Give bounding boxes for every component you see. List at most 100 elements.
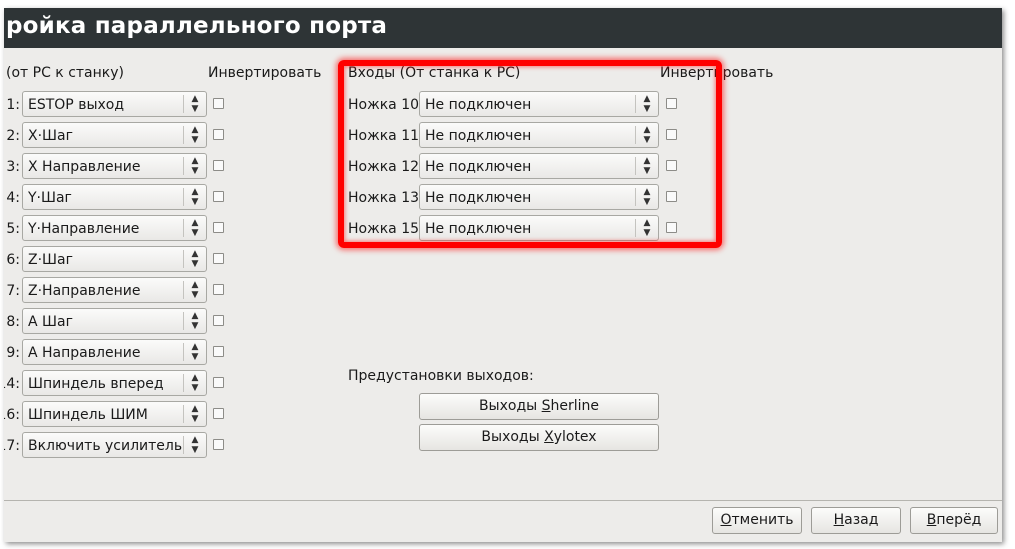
invert-checkbox[interactable] xyxy=(666,129,677,140)
forward-button[interactable]: Вперёд xyxy=(910,507,998,534)
input-pin-row: Ножка 10: Не подключен ▲ ▼ xyxy=(4,91,1002,119)
invert-checkbox[interactable] xyxy=(213,408,224,419)
inputs-invert-header: Инвертировать xyxy=(660,65,774,81)
dropdown-value: Z·Шаг xyxy=(28,252,73,268)
outputs-header: (от PC к станку) xyxy=(6,65,124,81)
output-pin-row: 9: A Направление ▲ ▼ xyxy=(4,339,1002,367)
invert-checkbox[interactable] xyxy=(213,346,224,357)
sherline-preset-button[interactable]: Выходы Sherline xyxy=(419,393,659,420)
pin-function-dropdown[interactable]: A Шаг ▲ ▼ xyxy=(22,308,207,334)
button-mnemonic: S xyxy=(541,398,551,414)
title-bar: ройка параллельного порта xyxy=(4,8,1002,48)
dropdown-value: Шпиндель ШИМ xyxy=(28,407,148,423)
inputs-header: Входы (От станка к PC) xyxy=(348,65,521,81)
invert-checkbox[interactable] xyxy=(213,284,224,295)
pin-function-dropdown[interactable]: Включить усилитель ▲ ▼ xyxy=(22,432,207,458)
button-label-prefix: Выходы xyxy=(481,429,545,445)
dropdown-value: A Направление xyxy=(28,345,141,361)
cancel-button[interactable]: Отменить xyxy=(712,507,802,534)
dropdown-separator xyxy=(183,312,184,330)
invert-checkbox[interactable] xyxy=(213,315,224,326)
up-down-chevron-icon: ▲ ▼ xyxy=(643,94,651,114)
button-mnemonic: В xyxy=(926,512,937,528)
up-down-chevron-icon: ▲ ▼ xyxy=(643,218,651,238)
dropdown-value: Не подключен xyxy=(425,128,532,144)
dropdown-value: Не подключен xyxy=(425,159,532,175)
dropdown-value: Не подключен xyxy=(425,221,532,237)
pin-function-dropdown[interactable]: Не подключен ▲ ▼ xyxy=(419,184,659,210)
pin-label: Ножка 10: xyxy=(348,97,424,113)
footer-divider xyxy=(4,500,1002,501)
pin-label: Ножка 13: xyxy=(348,190,424,206)
dropdown-separator xyxy=(183,343,184,361)
invert-checkbox[interactable] xyxy=(666,160,677,171)
pin-function-dropdown[interactable]: Не подключен ▲ ▼ xyxy=(419,153,659,179)
button-label-suffix: азад xyxy=(844,512,879,528)
up-down-chevron-icon: ▲ ▼ xyxy=(643,187,651,207)
up-down-chevron-icon: ▲ ▼ xyxy=(191,373,199,393)
pin-function-dropdown[interactable]: Не подключен ▲ ▼ xyxy=(419,122,659,148)
up-down-chevron-icon: ▲ ▼ xyxy=(643,125,651,145)
dropdown-separator xyxy=(635,188,636,206)
dropdown-value: A Шаг xyxy=(28,314,73,330)
output-pin-row: 7: Z·Направление ▲ ▼ xyxy=(4,277,1002,305)
up-down-chevron-icon: ▲ ▼ xyxy=(191,311,199,331)
content-area: (от PC к станку) Инвертировать Входы (От… xyxy=(4,48,1002,500)
input-pin-row: Ножка 15: Не подключен ▲ ▼ xyxy=(4,215,1002,243)
invert-checkbox[interactable] xyxy=(666,222,677,233)
up-down-chevron-icon: ▲ ▼ xyxy=(191,404,199,424)
pin-function-dropdown[interactable]: A Направление ▲ ▼ xyxy=(22,339,207,365)
wizard-window: ройка параллельного порта (от PC к станк… xyxy=(4,8,1002,542)
dropdown-separator xyxy=(183,374,184,392)
dropdown-separator xyxy=(183,281,184,299)
pin-label: Ножка 12: xyxy=(348,159,424,175)
button-label-suffix: перёд xyxy=(936,512,982,528)
invert-checkbox[interactable] xyxy=(213,439,224,450)
invert-checkbox[interactable] xyxy=(666,98,677,109)
pin-function-dropdown[interactable]: Шпиндель ШИМ ▲ ▼ xyxy=(22,401,207,427)
invert-checkbox[interactable] xyxy=(213,377,224,388)
output-pin-row: 6: Z·Шаг ▲ ▼ xyxy=(4,246,1002,274)
pin-label: 14: xyxy=(4,376,20,392)
presets-label: Предустановки выходов: xyxy=(348,368,534,384)
button-label-prefix: Выходы xyxy=(478,398,542,414)
dropdown-separator xyxy=(635,126,636,144)
up-down-chevron-icon: ▲ ▼ xyxy=(643,156,651,176)
pin-label: 16: xyxy=(4,407,20,423)
window-title: ройка параллельного порта xyxy=(6,13,388,39)
outputs-invert-header: Инвертировать xyxy=(208,65,322,81)
button-mnemonic: О xyxy=(720,512,732,528)
dropdown-value: Не подключен xyxy=(425,190,532,206)
pin-function-dropdown[interactable]: Z·Шаг ▲ ▼ xyxy=(22,246,207,272)
pin-label: 7: xyxy=(6,283,20,299)
dropdown-value: Шпиндель вперед xyxy=(28,376,164,392)
button-label-suffix: тменить xyxy=(731,512,794,528)
pin-label: 6: xyxy=(6,252,20,268)
pin-label: Ножка 15: xyxy=(348,221,424,237)
button-label-suffix: herline xyxy=(550,398,600,414)
pin-label: 9: xyxy=(6,345,20,361)
up-down-chevron-icon: ▲ ▼ xyxy=(191,249,199,269)
back-button[interactable]: Назад xyxy=(811,507,901,534)
dropdown-separator xyxy=(635,95,636,113)
button-mnemonic: Н xyxy=(833,512,845,528)
invert-checkbox[interactable] xyxy=(213,253,224,264)
pin-function-dropdown[interactable]: Не подключен ▲ ▼ xyxy=(419,215,659,241)
pin-function-dropdown[interactable]: Z·Направление ▲ ▼ xyxy=(22,277,207,303)
dropdown-separator xyxy=(635,157,636,175)
pin-label: Ножка 11: xyxy=(348,128,424,144)
dropdown-value: Включить усилитель xyxy=(28,438,183,454)
output-pin-row: 8: A Шаг ▲ ▼ xyxy=(4,308,1002,336)
dropdown-separator xyxy=(183,436,184,454)
dropdown-value: Z·Направление xyxy=(28,283,141,299)
dropdown-separator xyxy=(183,405,184,423)
dropdown-separator xyxy=(183,250,184,268)
xylotex-preset-button[interactable]: Выходы Xylotex xyxy=(419,424,659,451)
pin-function-dropdown[interactable]: Не подключен ▲ ▼ xyxy=(419,91,659,117)
pin-function-dropdown[interactable]: Шпиндель вперед ▲ ▼ xyxy=(22,370,207,396)
input-pin-row: Ножка 12: Не подключен ▲ ▼ xyxy=(4,153,1002,181)
pin-label: 17: xyxy=(4,438,20,454)
invert-checkbox[interactable] xyxy=(666,191,677,202)
button-label-suffix: ylotex xyxy=(553,429,597,445)
input-pin-row: Ножка 11: Не подключен ▲ ▼ xyxy=(4,122,1002,150)
